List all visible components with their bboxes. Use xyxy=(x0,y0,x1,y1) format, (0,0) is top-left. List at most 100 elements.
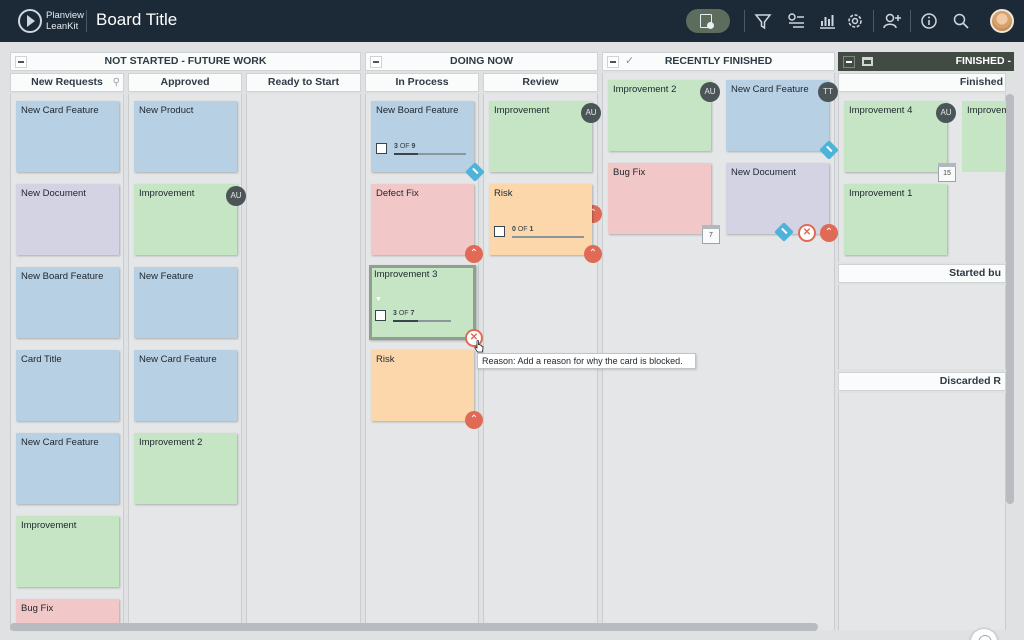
lane-header-finished[interactable]: FINISHED - xyxy=(838,52,1014,71)
lane-header-not-started[interactable]: NOT STARTED - FUTURE WORK xyxy=(10,52,361,71)
progress-label: 3 OF 7 xyxy=(393,310,415,317)
card[interactable]: New Board Feature xyxy=(16,267,119,338)
card[interactable]: Improvement AU xyxy=(489,101,601,172)
sub-lane-header-discarded[interactable]: Discarded R xyxy=(838,372,1006,391)
brand-name: Planview LeanKit xyxy=(46,10,84,32)
card-title: New Card Feature xyxy=(731,84,809,95)
card-selected[interactable]: Improvement 3 ▼ 3 OF 7 xyxy=(369,265,476,340)
card-title: Improvement 4 xyxy=(849,105,913,116)
column-header-ready-to-start[interactable]: Ready to Start xyxy=(246,73,361,92)
assigned-user-avatar[interactable]: AU xyxy=(581,103,601,123)
card[interactable]: Improvement 2 AU xyxy=(608,80,720,151)
card[interactable]: New Card Feature TT xyxy=(726,80,838,151)
user-avatar[interactable] xyxy=(990,9,1014,33)
collapse-icon[interactable] xyxy=(15,56,27,68)
card[interactable]: Defect Fix xyxy=(371,184,474,255)
due-date-icon[interactable]: 7 xyxy=(702,225,720,244)
card[interactable]: New Card Feature xyxy=(134,350,237,421)
card[interactable]: New Board Feature 3 OF 9 xyxy=(371,101,474,172)
check-icon: ✓ xyxy=(625,55,635,67)
card-title: Improvement xyxy=(494,105,550,116)
card-title: Bug Fix xyxy=(613,167,646,178)
top-bar: Planview LeanKit Board Title xyxy=(0,0,1024,42)
expand-up-icon[interactable]: ⌃ xyxy=(465,411,483,429)
chart-icon[interactable] xyxy=(816,10,838,32)
lane-header-doing-now[interactable]: DOING NOW xyxy=(365,52,598,71)
card-title: New Product xyxy=(139,105,194,116)
filter-icon[interactable] xyxy=(752,10,774,32)
sub-lane-started xyxy=(838,285,1006,369)
vertical-scrollbar[interactable] xyxy=(1006,94,1014,504)
wip-icon[interactable]: ⚲ xyxy=(113,74,120,91)
collapse-icon[interactable] xyxy=(370,56,382,68)
progress-fill xyxy=(393,320,418,322)
card[interactable]: Improvement 4 AU xyxy=(844,101,956,172)
card[interactable]: Risk xyxy=(371,350,474,421)
card-title: Improvement 2 xyxy=(139,437,203,448)
assigned-user-avatar[interactable]: AU xyxy=(936,103,956,123)
card-title: New Card Feature xyxy=(139,354,217,365)
column-recently-finished xyxy=(602,73,835,630)
card[interactable]: Improvement 1 xyxy=(844,184,947,255)
lane-title: FINISHED - xyxy=(955,55,1011,67)
card-title: Improvement 3 xyxy=(374,269,438,280)
card[interactable]: New Document xyxy=(16,184,119,255)
card[interactable]: Card Title xyxy=(16,350,119,421)
assigned-user-avatar[interactable]: AU xyxy=(226,186,246,206)
card-title: Improvement xyxy=(21,520,77,531)
card[interactable]: New Feature xyxy=(134,267,237,338)
settings-icon[interactable] xyxy=(844,10,866,32)
add-card-button[interactable] xyxy=(686,9,730,33)
brand-line-1: Planview xyxy=(46,10,85,21)
card[interactable]: Risk 0 OF 1 xyxy=(489,184,592,255)
lane-header-recently-finished[interactable]: ✓ RECENTLY FINISHED xyxy=(602,52,835,71)
board: NOT STARTED - FUTURE WORK DOING NOW ✓ RE… xyxy=(0,42,1024,640)
expand-up-icon[interactable]: ⌃ xyxy=(465,245,483,263)
collapse-icon[interactable] xyxy=(843,56,855,68)
expand-up-icon[interactable]: ⌃ xyxy=(584,245,602,263)
card-title: Improvement 1 xyxy=(849,188,913,199)
expand-up-icon[interactable]: ⌃ xyxy=(820,224,838,242)
task-progress[interactable]: 3 OF 7 xyxy=(375,310,465,324)
horizontal-scrollbar[interactable] xyxy=(10,623,818,631)
progress-bar xyxy=(394,153,466,155)
column-title: Ready to Start xyxy=(267,76,340,88)
sub-lane-header-started[interactable]: Started bu xyxy=(838,264,1006,283)
board-title[interactable]: Board Title xyxy=(96,10,177,30)
task-progress[interactable]: 0 OF 1 xyxy=(494,226,584,240)
column-header-approved[interactable]: Approved xyxy=(128,73,242,92)
card[interactable]: New Card Feature xyxy=(16,433,119,504)
card[interactable]: Bug Fix xyxy=(608,163,711,234)
assigned-user-avatar[interactable]: TT xyxy=(818,82,838,102)
add-user-icon[interactable] xyxy=(881,10,903,32)
dropdown-icon[interactable]: ▼ xyxy=(375,296,382,303)
card-title: Improvement 2 xyxy=(613,84,677,95)
card[interactable]: Improvement AU xyxy=(134,184,246,255)
checkbox-icon xyxy=(494,226,505,237)
lane-title: NOT STARTED - FUTURE WORK xyxy=(104,55,267,67)
column-header-new-requests[interactable]: New Requests ⚲ xyxy=(10,73,124,92)
column-header-review[interactable]: Review xyxy=(483,73,598,92)
task-progress[interactable]: 3 OF 9 xyxy=(376,143,466,157)
divider xyxy=(910,10,911,32)
card-title: New Board Feature xyxy=(376,105,459,116)
column-title: Approved xyxy=(160,76,210,88)
due-date-icon[interactable]: 15 xyxy=(938,163,956,182)
card[interactable]: Improvement xyxy=(16,516,119,587)
checklist-icon[interactable] xyxy=(785,10,807,32)
card[interactable]: New Product xyxy=(134,101,237,172)
card[interactable]: Improvem xyxy=(962,101,1009,172)
search-icon[interactable] xyxy=(950,10,972,32)
assigned-user-avatar[interactable]: AU xyxy=(700,82,720,102)
collapse-icon[interactable] xyxy=(607,56,619,68)
card[interactable]: New Card Feature xyxy=(16,101,119,172)
planview-logo-icon[interactable] xyxy=(18,9,42,33)
column-header-in-process[interactable]: In Process xyxy=(365,73,479,92)
progress-bar xyxy=(512,236,584,238)
card[interactable]: Improvement 2 xyxy=(134,433,237,504)
column-header-finished[interactable]: Finished xyxy=(838,73,1006,92)
blocked-icon[interactable]: ✕ xyxy=(798,224,816,242)
progress-bar xyxy=(393,320,451,322)
card[interactable]: New Document xyxy=(726,163,829,234)
info-icon[interactable] xyxy=(918,10,940,32)
